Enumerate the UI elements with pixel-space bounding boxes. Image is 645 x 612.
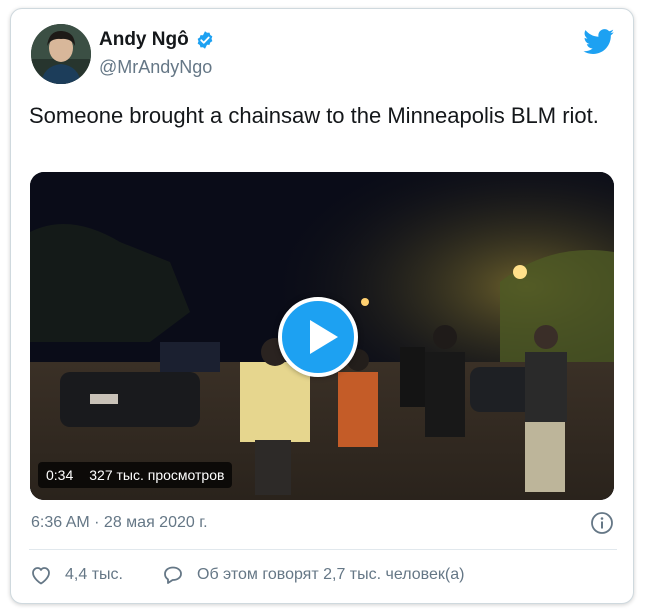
verified-badge-icon xyxy=(197,31,213,49)
like-button[interactable]: 4,4 тыс. xyxy=(29,562,123,588)
author-name[interactable]: Andy Ngô xyxy=(99,29,215,51)
like-count: 4,4 тыс. xyxy=(65,566,123,583)
comment-icon xyxy=(164,566,182,584)
divider xyxy=(29,549,617,550)
tweet-card: Andy Ngô @MrAndyNgo Someone brought a ch… xyxy=(10,8,634,604)
video-views: 327 тыс. просмотров xyxy=(89,467,225,483)
video-player[interactable]: 0:34 327 тыс. просмотров xyxy=(30,172,614,500)
video-duration: 0:34 xyxy=(46,467,74,483)
discussion-text: Об этом говорят 2,7 тыс. человек(а) xyxy=(197,566,465,583)
avatar[interactable] xyxy=(31,24,91,84)
author-handle[interactable]: @MrAndyNgo xyxy=(99,57,212,78)
play-button[interactable] xyxy=(278,297,358,377)
heart-icon xyxy=(32,567,50,585)
tweet-text: Someone brought a chainsaw to the Minnea… xyxy=(29,103,599,128)
avatar-image xyxy=(31,24,91,84)
author-name-text: Andy Ngô xyxy=(99,29,189,50)
discussion-link[interactable]: Об этом говорят 2,7 тыс. человек(а) xyxy=(161,562,464,588)
twitter-bird-icon[interactable] xyxy=(583,29,615,55)
info-icon[interactable] xyxy=(590,511,614,535)
play-icon xyxy=(310,320,338,354)
tweet-timestamp[interactable]: 6:36 AM · 28 мая 2020 г. xyxy=(31,514,208,532)
video-meta: 0:34 327 тыс. просмотров xyxy=(38,462,233,488)
